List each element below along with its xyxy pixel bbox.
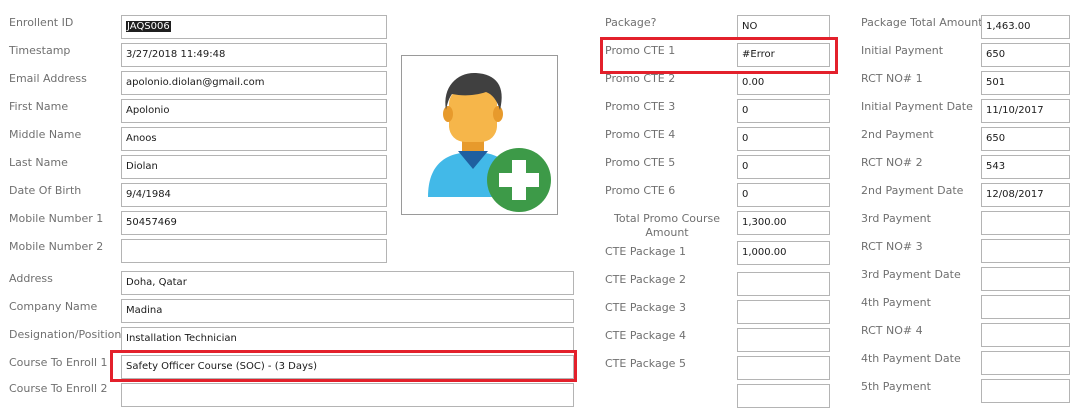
middle-name-field[interactable]: Anoos [121, 127, 387, 151]
rct-no1-label: RCT NO# 1 [861, 72, 923, 85]
enrollment-id-label: Enrollent ID [9, 16, 74, 29]
first-name-label: First Name [9, 100, 69, 113]
email-field[interactable]: apolonio.diolan@gmail.com [121, 71, 387, 95]
first-name-field[interactable]: Apolonio [121, 99, 387, 123]
promo-cte2-label: Promo CTE 2 [605, 72, 676, 85]
payment4-field[interactable] [981, 295, 1070, 319]
payment5-label: 5th Payment [861, 380, 931, 393]
mobile1-field[interactable]: 50457469 [121, 211, 387, 235]
initial-payment-label: Initial Payment [861, 44, 944, 57]
package-total-field[interactable]: 1,463.00 [981, 15, 1070, 39]
cte-package4-label: CTE Package 4 [605, 329, 686, 342]
cte-package2-label: CTE Package 2 [605, 273, 686, 286]
payment2-date-field[interactable]: 12/08/2017 [981, 183, 1070, 207]
address-label: Address [9, 272, 53, 285]
cte-package5-label: CTE Package 5 [605, 357, 686, 370]
promo-cte4-field[interactable]: 0 [737, 127, 830, 151]
promo-cte3-field[interactable]: 0 [737, 99, 830, 123]
course2-label: Course To Enroll 2 [9, 382, 108, 395]
last-name-field[interactable]: Diolan [121, 155, 387, 179]
payment3-date-label: 3rd Payment Date [861, 268, 961, 281]
payment5-field[interactable] [981, 379, 1070, 403]
package-field[interactable]: NO [737, 15, 830, 39]
dob-label: Date Of Birth [9, 184, 82, 197]
rct-no4-label: RCT NO# 4 [861, 324, 923, 337]
last-name-label: Last Name [9, 156, 68, 169]
mobile2-label: Mobile Number 2 [9, 240, 104, 253]
promo-cte1-label: Promo CTE 1 [605, 44, 676, 57]
email-label: Email Address [9, 72, 87, 85]
mobile1-label: Mobile Number 1 [9, 212, 104, 225]
promo-cte6-label: Promo CTE 6 [605, 184, 676, 197]
payment3-date-field[interactable] [981, 267, 1070, 291]
package-label: Package? [605, 16, 657, 29]
payment4-date-field[interactable] [981, 351, 1070, 375]
course1-field[interactable]: Safety Officer Course (SOC) - (3 Days) [121, 355, 574, 379]
promo-cte1-field[interactable]: #Error [737, 43, 830, 67]
mobile2-field[interactable] [121, 239, 387, 263]
course1-label: Course To Enroll 1 [9, 356, 108, 369]
payment2-date-label: 2nd Payment Date [861, 184, 964, 197]
cte-package1-field[interactable]: 1,000.00 [737, 241, 830, 265]
payment3-label: 3rd Payment [861, 212, 931, 225]
add-user-icon [428, 72, 551, 212]
enrollment-id-value: JAQS006 [126, 21, 171, 32]
timestamp-label: Timestamp [9, 44, 71, 57]
total-promo-field[interactable]: 1,300.00 [737, 211, 830, 235]
timestamp-field[interactable]: 3/27/2018 11:49:48 [121, 43, 387, 67]
initial-payment-date-field[interactable]: 11/10/2017 [981, 99, 1070, 123]
rct-no3-label: RCT NO# 3 [861, 240, 923, 253]
company-field[interactable]: Madina [121, 299, 574, 323]
rct-no2-field[interactable]: 543 [981, 155, 1070, 179]
cte-package1-label: CTE Package 1 [605, 245, 686, 258]
total-promo-label: Total Promo Course Amount [614, 212, 720, 239]
designation-field[interactable]: Installation Technician [121, 327, 574, 351]
rct-no2-label: RCT NO# 2 [861, 156, 923, 169]
enrollment-id-field[interactable]: JAQS006 [121, 15, 387, 39]
promo-cte3-label: Promo CTE 3 [605, 100, 676, 113]
address-field[interactable]: Doha, Qatar [121, 271, 574, 295]
dob-field[interactable]: 9/4/1984 [121, 183, 387, 207]
payment4-label: 4th Payment [861, 296, 931, 309]
payment4-date-label: 4th Payment Date [861, 352, 961, 365]
promo-cte5-field[interactable]: 0 [737, 155, 830, 179]
promo-cte2-field[interactable]: 0.00 [737, 71, 830, 95]
rct-no1-field[interactable]: 501 [981, 71, 1070, 95]
cte-package2-field[interactable] [737, 272, 830, 296]
rct-no4-field[interactable] [981, 323, 1070, 347]
promo-cte6-field[interactable]: 0 [737, 183, 830, 207]
cte-package4-field[interactable] [737, 328, 830, 352]
payment3-field[interactable] [981, 211, 1070, 235]
rct-no3-field[interactable] [981, 239, 1070, 263]
payment2-field[interactable]: 650 [981, 127, 1070, 151]
promo-cte4-label: Promo CTE 4 [605, 128, 676, 141]
cte-package5-field[interactable] [737, 356, 830, 380]
middle-name-label: Middle Name [9, 128, 82, 141]
package-total-label: Package Total Amount [861, 16, 983, 29]
cte-package3-field[interactable] [737, 300, 830, 324]
cte-package3-label: CTE Package 3 [605, 301, 686, 314]
photo-placeholder[interactable] [401, 55, 558, 215]
payment2-label: 2nd Payment [861, 128, 934, 141]
company-label: Company Name [9, 300, 98, 313]
initial-payment-date-label: Initial Payment Date [861, 100, 973, 113]
course2-field[interactable] [121, 383, 574, 407]
initial-payment-field[interactable]: 650 [981, 43, 1070, 67]
designation-label: Designation/Position [9, 328, 122, 341]
promo-cte5-label: Promo CTE 5 [605, 156, 676, 169]
